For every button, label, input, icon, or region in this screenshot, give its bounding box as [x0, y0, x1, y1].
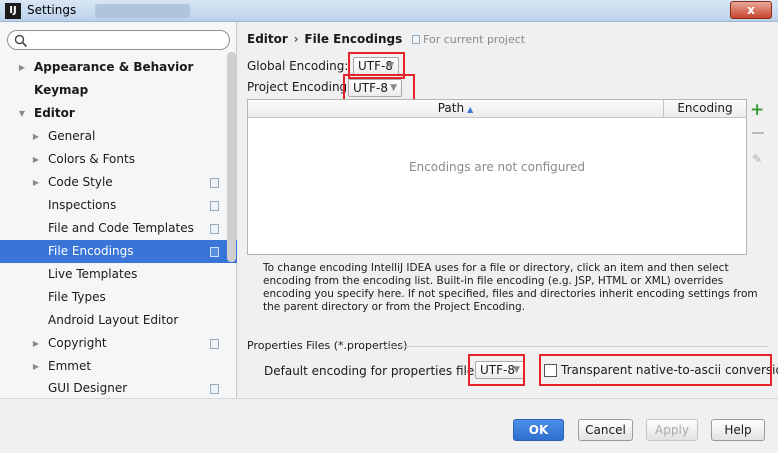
sidebar-item-label: Appearance & Behavior — [34, 60, 194, 74]
sidebar-item-code-style[interactable]: ▶ Code Style — [0, 171, 237, 194]
settings-sidebar: ▶ Appearance & Behavior Keymap ▼ Editor … — [0, 22, 237, 398]
title-bar: IJ Settings x — [0, 0, 778, 22]
highlight-box — [468, 354, 525, 386]
sidebar-item-label: Live Templates — [48, 267, 138, 281]
sidebar-item-label: Copyright — [48, 336, 107, 350]
sidebar-item-label: File and Code Templates — [48, 221, 194, 235]
file-encodings-panel: Editor › File Encodings For current proj… — [238, 22, 778, 398]
dialog-footer: OK Cancel Apply Help — [0, 398, 778, 453]
cancel-button[interactable]: Cancel — [578, 419, 633, 441]
sort-ascending-icon: ▲ — [467, 105, 474, 114]
project-scope-icon — [412, 35, 421, 44]
project-scope-note: For current project — [412, 33, 525, 46]
sidebar-item-file-code-templates[interactable]: File and Code Templates — [0, 217, 237, 240]
search-input[interactable] — [7, 30, 230, 50]
close-button[interactable]: x — [730, 1, 772, 19]
expand-arrow-icon[interactable]: ▶ — [31, 148, 41, 171]
properties-default-encoding-label: Default encoding for properties files: — [264, 364, 485, 378]
sidebar-item-label: Inspections — [48, 198, 117, 212]
sidebar-item-android-layout-editor[interactable]: Android Layout Editor — [0, 309, 237, 332]
expand-arrow-icon[interactable]: ▶ — [31, 125, 41, 148]
sidebar-item-colors-fonts[interactable]: ▶ Colors & Fonts — [0, 148, 237, 171]
breadcrumb: Editor › File Encodings For current proj… — [247, 32, 525, 46]
breadcrumb-separator: › — [293, 32, 299, 46]
project-scope-icon — [210, 178, 219, 188]
search-icon — [14, 34, 28, 48]
project-scope-icon — [210, 339, 219, 349]
scope-label: For current project — [423, 33, 526, 46]
sidebar-item-label: Editor — [34, 106, 75, 120]
sidebar-item-file-encodings[interactable]: File Encodings — [0, 240, 237, 263]
sidebar-item-emmet[interactable]: ▶ Emmet — [0, 355, 237, 378]
sidebar-item-editor[interactable]: ▼ Editor — [0, 102, 237, 125]
breadcrumb-page: File Encodings — [304, 32, 403, 46]
sidebar-item-inspections[interactable]: Inspections — [0, 194, 237, 217]
global-encoding-label: Global Encoding: — [247, 59, 349, 73]
sidebar-item-file-types[interactable]: File Types — [0, 286, 237, 309]
empty-table-message: Encodings are not configured — [408, 160, 586, 174]
sidebar-item-copyright[interactable]: ▶ Copyright — [0, 332, 237, 355]
project-scope-icon — [210, 384, 219, 394]
remove-icon[interactable] — [752, 132, 764, 134]
project-scope-icon — [210, 247, 219, 257]
sidebar-item-label: Colors & Fonts — [48, 152, 135, 166]
highlight-box — [343, 74, 415, 102]
sidebar-item-live-templates[interactable]: Live Templates — [0, 263, 237, 286]
sidebar-item-label: Emmet — [48, 359, 92, 373]
help-button[interactable]: Help — [711, 419, 765, 441]
column-header-label: Encoding — [677, 101, 733, 115]
blurred-region — [95, 4, 190, 18]
highlight-box — [539, 354, 772, 386]
section-divider — [384, 346, 769, 347]
project-scope-icon — [210, 224, 219, 234]
sidebar-scrollbar[interactable] — [227, 52, 236, 262]
column-header-encoding[interactable]: Encoding — [664, 100, 746, 118]
expand-arrow-icon[interactable]: ▶ — [17, 56, 27, 79]
sidebar-item-label: File Types — [48, 290, 106, 304]
sidebar-item-label: Android Layout Editor — [48, 313, 179, 327]
expand-arrow-icon[interactable]: ▶ — [31, 332, 41, 355]
sidebar-item-general[interactable]: ▶ General — [0, 125, 237, 148]
collapse-arrow-icon[interactable]: ▼ — [17, 102, 27, 125]
expand-arrow-icon[interactable]: ▶ — [31, 355, 41, 378]
intellij-app-icon: IJ — [5, 3, 21, 19]
project-encoding-label: Project Encoding: — [247, 80, 352, 94]
ok-button[interactable]: OK — [513, 419, 564, 441]
sidebar-item-label: Code Style — [48, 175, 113, 189]
encoding-help-text: To change encoding IntelliJ IDEA uses fo… — [263, 262, 758, 313]
window-title: Settings — [27, 3, 77, 17]
sidebar-item-gui-designer[interactable]: GUI Designer — [0, 377, 237, 400]
column-header-label: Path — [437, 101, 465, 115]
sidebar-item-appearance-behavior[interactable]: ▶ Appearance & Behavior — [0, 56, 237, 79]
apply-button[interactable]: Apply — [646, 419, 698, 441]
sidebar-item-label: File Encodings — [48, 244, 134, 258]
sidebar-item-label: General — [48, 129, 96, 143]
breadcrumb-section: Editor — [247, 32, 288, 46]
sidebar-item-label: GUI Designer — [48, 381, 128, 395]
sidebar-item-keymap[interactable]: Keymap — [0, 79, 237, 102]
encodings-table[interactable]: Path ▲ Encoding Encodings are not configu… — [247, 99, 747, 255]
add-icon[interactable]: + — [750, 100, 764, 120]
project-scope-icon — [210, 201, 219, 211]
column-header-path[interactable]: Path ▲ — [248, 100, 664, 118]
edit-icon[interactable]: ✎ — [752, 152, 762, 166]
sidebar-item-label: Keymap — [34, 83, 89, 97]
expand-arrow-icon[interactable]: ▶ — [31, 171, 41, 194]
